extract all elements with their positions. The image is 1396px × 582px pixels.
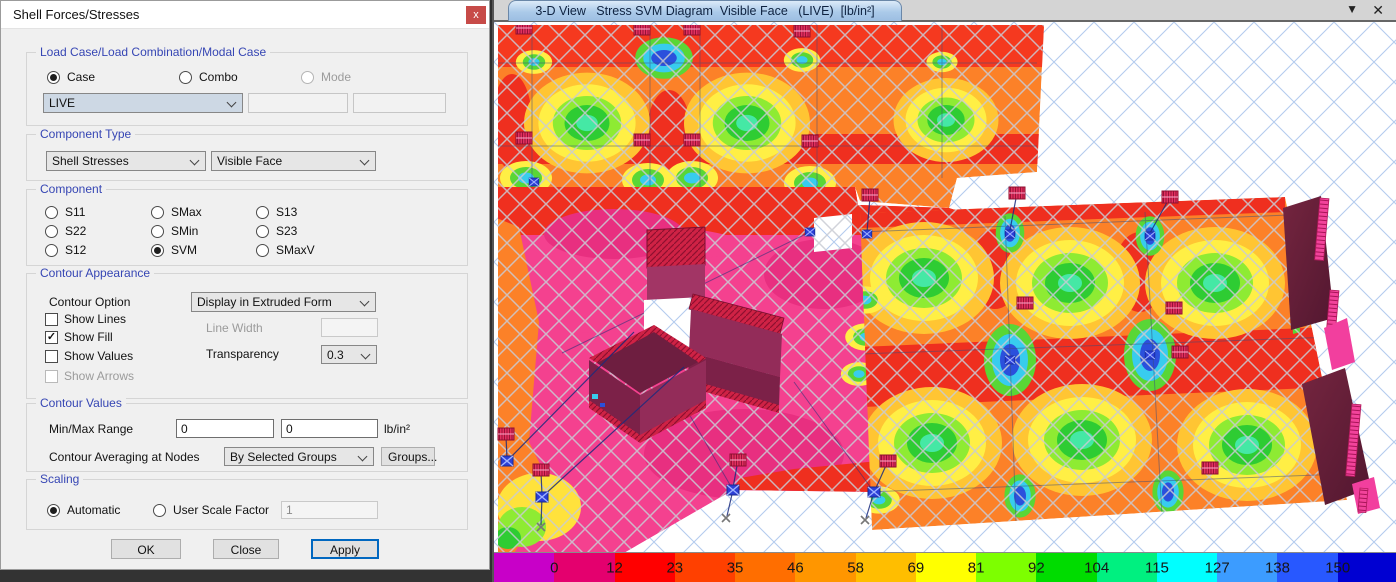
radio-user-scale[interactable]	[153, 504, 166, 517]
radio-smaxv-label: SMaxV	[276, 243, 315, 257]
legend-tick-label: 104	[1084, 559, 1109, 576]
max-range-input[interactable]	[281, 419, 378, 438]
radio-s12[interactable]	[45, 244, 58, 257]
ok-button[interactable]: OK	[111, 539, 181, 559]
transparency-label: Transparency	[206, 347, 279, 361]
checkbox-show-values-label: Show Values	[64, 349, 133, 363]
min-max-range-label: Min/Max Range	[49, 422, 133, 436]
legend-tick-label: 127	[1205, 559, 1230, 576]
legend-tick-label: 35	[727, 559, 744, 576]
legend-tick-label: 12	[606, 559, 623, 576]
radio-svm[interactable]	[151, 244, 164, 257]
combo-value-field	[248, 93, 348, 113]
min-range-input[interactable]	[176, 419, 274, 438]
averaging-select[interactable]: By Selected Groups	[224, 447, 374, 466]
legend-tick-label: 150	[1325, 559, 1350, 576]
checkbox-show-fill[interactable]	[45, 331, 58, 344]
radio-smax[interactable]	[151, 206, 164, 219]
group-component-type-label: Component Type	[36, 127, 135, 141]
radio-s13[interactable]	[256, 206, 269, 219]
radio-s22[interactable]	[45, 225, 58, 238]
radio-case[interactable]	[47, 71, 60, 84]
radio-s11-label: S11	[65, 205, 85, 219]
group-scaling-label: Scaling	[36, 472, 83, 486]
groups-button[interactable]: Groups...	[381, 447, 435, 466]
3d-view-window: 3-D View Stress SVM Diagram Visible Face…	[492, 0, 1396, 582]
dialog-close-icon[interactable]: x	[466, 6, 486, 24]
checkbox-show-lines-label: Show Lines	[64, 312, 126, 326]
legend-tick-label: 58	[847, 559, 864, 576]
stress-type-select[interactable]: Shell Stresses	[46, 151, 206, 171]
group-component-label: Component	[36, 182, 106, 196]
scale-factor-input	[281, 501, 378, 519]
checkbox-show-values[interactable]	[45, 350, 58, 363]
screen: Shell Forces/Stresses x Load Case/Load C…	[0, 0, 1396, 582]
radio-s22-label: S22	[65, 224, 86, 238]
checkbox-show-arrows-label: Show Arrows	[64, 369, 134, 383]
line-width-label: Line Width	[206, 321, 263, 335]
radio-smaxv[interactable]	[256, 244, 269, 257]
window-menu-icon[interactable]: ▼	[1346, 2, 1358, 16]
line-width-input	[321, 318, 378, 337]
3d-model-viewport[interactable]	[494, 22, 1396, 552]
range-unit-label: lb/in²	[384, 422, 410, 436]
checkbox-show-lines[interactable]	[45, 313, 58, 326]
contour-option-label: Contour Option	[49, 295, 130, 309]
radio-mode-label: Mode	[321, 70, 351, 84]
radio-automatic[interactable]	[47, 504, 60, 517]
group-contour-appearance-label: Contour Appearance	[36, 266, 154, 280]
legend-tick-label: 81	[968, 559, 985, 576]
contour-color-legend: 0 12 23 35 46 58 69 81 92 104 115 127 138 150	[494, 552, 1396, 582]
radio-s11[interactable]	[45, 206, 58, 219]
group-component: Component	[26, 189, 468, 266]
radio-svm-label: SVM	[171, 243, 197, 257]
group-contour-values-label: Contour Values	[36, 396, 126, 410]
view-titlebar: 3-D View Stress SVM Diagram Visible Face…	[494, 0, 1396, 22]
legend-tick-label: 23	[666, 559, 683, 576]
close-button[interactable]: Close	[213, 539, 279, 559]
group-load-case: Load Case/Load Combination/Modal Case	[26, 52, 468, 126]
desktop-background	[0, 570, 492, 582]
load-case-select[interactable]: LIVE	[43, 93, 243, 113]
contour-option-select[interactable]: Display in Extruded Form	[191, 292, 376, 312]
face-select[interactable]: Visible Face	[211, 151, 376, 171]
radio-s23[interactable]	[256, 225, 269, 238]
radio-s13-label: S13	[276, 205, 297, 219]
group-load-case-label: Load Case/Load Combination/Modal Case	[36, 45, 270, 59]
legend-tick-label: 69	[908, 559, 925, 576]
radio-smin[interactable]	[151, 225, 164, 238]
checkbox-show-arrows	[45, 370, 58, 383]
radio-s12-label: S12	[65, 243, 86, 257]
radio-user-scale-label: User Scale Factor	[173, 503, 269, 517]
radio-case-label: Case	[67, 70, 95, 84]
legend-tick-label: 46	[787, 559, 804, 576]
legend-tick-label: 0	[550, 559, 558, 576]
radio-combo[interactable]	[179, 71, 192, 84]
apply-button[interactable]: Apply	[311, 539, 379, 559]
mode-value-field	[353, 93, 446, 113]
radio-combo-label: Combo	[199, 70, 238, 84]
stress-contour-scene	[494, 22, 1396, 552]
averaging-label: Contour Averaging at Nodes	[49, 450, 200, 464]
radio-s23-label: S23	[276, 224, 297, 238]
shell-forces-stresses-dialog: Shell Forces/Stresses x Load Case/Load C…	[0, 0, 490, 570]
window-close-icon[interactable]: ✕	[1372, 2, 1384, 19]
transparency-select[interactable]: 0.3	[321, 345, 377, 364]
legend-color-segment	[494, 553, 554, 582]
radio-automatic-label: Automatic	[67, 503, 120, 517]
dialog-title: Shell Forces/Stresses	[13, 1, 139, 28]
radio-smax-label: SMax	[171, 205, 202, 219]
dialog-titlebar[interactable]: Shell Forces/Stresses x	[1, 1, 489, 29]
radio-mode	[301, 71, 314, 84]
checkbox-show-fill-label: Show Fill	[64, 330, 113, 344]
legend-tick-label: 92	[1028, 559, 1045, 576]
radio-smin-label: SMin	[171, 224, 198, 238]
right-slab	[844, 197, 1347, 530]
legend-tick-label: 115	[1145, 559, 1169, 576]
legend-tick-label: 138	[1265, 559, 1290, 576]
view-title-tab[interactable]: 3-D View Stress SVM Diagram Visible Face…	[508, 0, 902, 21]
